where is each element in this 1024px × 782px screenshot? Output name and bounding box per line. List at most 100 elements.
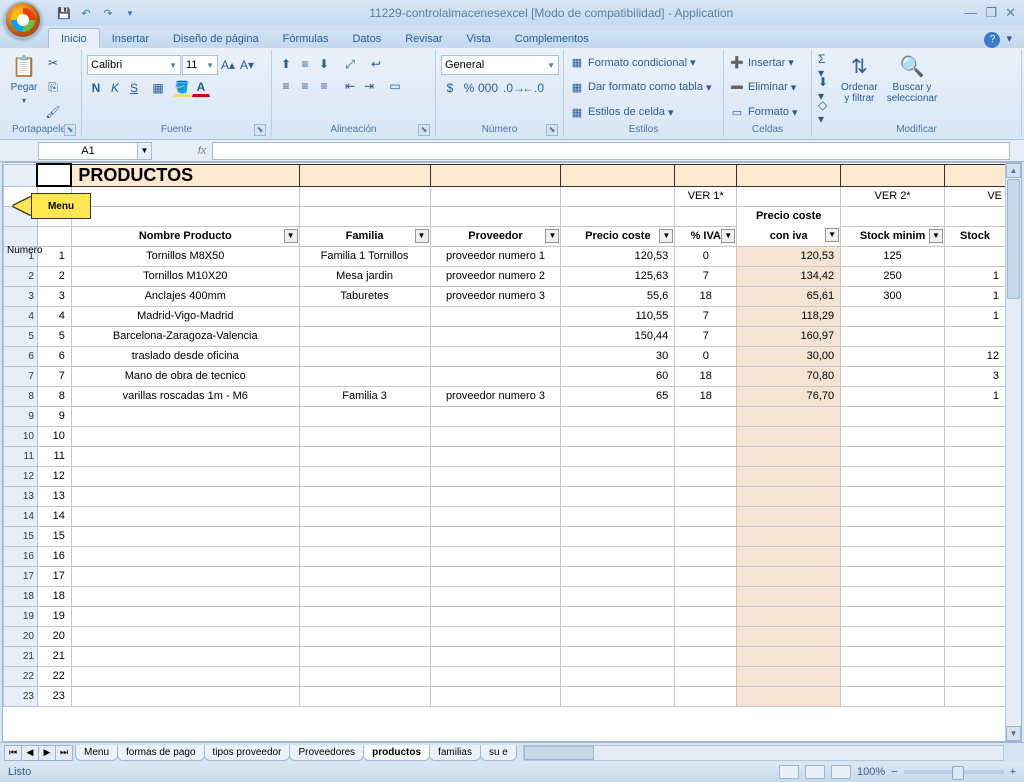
view-layout-icon[interactable] [805, 765, 825, 779]
shrink-font-icon[interactable]: A▾ [238, 56, 256, 74]
hdr-stockmin[interactable]: Stock minim▼ [841, 226, 945, 246]
font-name-combo[interactable]: Calibri▼ [87, 55, 181, 75]
clipboard-dialog-icon[interactable]: ⬊ [64, 124, 76, 136]
table-row[interactable]: 11Tornillos M8X50Familia 1 Tornillosprov… [4, 246, 1006, 266]
ribbon-min-icon[interactable]: ▾ [1006, 32, 1012, 48]
tab-diseno[interactable]: Diseño de página [161, 29, 271, 48]
cond-format-button[interactable]: ▦Formato condicional ▾ [569, 54, 718, 72]
name-box-dropdown[interactable]: ▼ [138, 142, 152, 160]
fill-icon[interactable]: ⬇ ▾ [817, 80, 835, 98]
hdr-nombre[interactable]: Nombre Producto▼ [71, 226, 299, 246]
border-icon[interactable]: ▦ [149, 79, 167, 97]
format-cells-button[interactable]: ▭Formato ▾ [729, 103, 806, 121]
horizontal-scrollbar[interactable] [523, 745, 1004, 761]
dec-decimal-icon[interactable]: ←.0 [524, 79, 542, 97]
grow-font-icon[interactable]: A▴ [219, 56, 237, 74]
scroll-down-icon[interactable]: ▼ [1006, 726, 1021, 741]
indent-inc-icon[interactable]: ⇥ [360, 77, 378, 95]
thousand-icon[interactable]: 000 [479, 79, 497, 97]
delete-cells-button[interactable]: ➖Eliminar ▾ [729, 78, 806, 96]
align-bottom-icon[interactable]: ⬇ [315, 55, 333, 73]
filter-icon[interactable]: ▼ [659, 229, 673, 243]
spreadsheet-grid[interactable]: PRODUCTOS VER 1*VER 2*VE Precio coste No… [3, 163, 1006, 707]
filter-icon[interactable]: ▼ [721, 229, 735, 243]
formula-input[interactable] [212, 142, 1010, 160]
sheet-tab-formas-de-pago[interactable]: formas de pago [117, 745, 205, 761]
hdr-familia[interactable]: Familia▼ [299, 226, 430, 246]
find-select-button[interactable]: 🔍Buscar y seleccionar [884, 52, 941, 123]
hdr-stock[interactable]: Stock [945, 226, 1006, 246]
table-row[interactable]: 1616 [4, 546, 1006, 566]
sheet-nav-prev-icon[interactable]: ◀ [21, 745, 39, 761]
align-center-icon[interactable]: ≡ [296, 77, 314, 95]
name-box[interactable]: A1 [38, 142, 138, 160]
table-row[interactable]: 1919 [4, 606, 1006, 626]
qat-redo-icon[interactable]: ↷ [100, 5, 116, 21]
table-row[interactable]: 1818 [4, 586, 1006, 606]
scroll-thumb[interactable] [1007, 179, 1020, 299]
number-dialog-icon[interactable]: ⬊ [546, 124, 558, 136]
table-row[interactable]: 2222 [4, 666, 1006, 686]
hdr-precio[interactable]: Precio coste▼ [561, 226, 675, 246]
scroll-up-icon[interactable]: ▲ [1006, 163, 1021, 178]
filter-icon[interactable]: ▼ [284, 229, 298, 243]
table-format-button[interactable]: ▦Dar formato como tabla ▾ [569, 78, 718, 96]
table-row[interactable]: 77Mano de obra de tecnico601870,803 [4, 366, 1006, 386]
italic-icon[interactable]: K [106, 79, 124, 97]
tab-insertar[interactable]: Insertar [100, 29, 161, 48]
view-break-icon[interactable] [831, 765, 851, 779]
merge-icon[interactable]: ▭ [386, 77, 404, 95]
ver1-link[interactable]: VER 1* [675, 186, 737, 206]
align-dialog-icon[interactable]: ⬊ [418, 124, 430, 136]
qat-customize-icon[interactable]: ▼ [122, 5, 138, 21]
sheet-tab-productos[interactable]: productos [363, 745, 430, 761]
restore-button[interactable]: ❐ [985, 5, 997, 21]
inc-decimal-icon[interactable]: .0→ [505, 79, 523, 97]
sheet-tab-su-e[interactable]: su e [480, 745, 517, 761]
table-row[interactable]: 55Barcelona-Zaragoza-Valencia150,447160,… [4, 326, 1006, 346]
underline-icon[interactable]: S [125, 79, 143, 97]
bold-icon[interactable]: N [87, 79, 105, 97]
number-format-combo[interactable]: General▼ [441, 55, 559, 75]
indent-dec-icon[interactable]: ⇤ [341, 77, 359, 95]
sheet-tab-tipos-proveedor[interactable]: tipos proveedor [204, 745, 291, 761]
align-top-icon[interactable]: ⬆ [277, 55, 295, 73]
font-size-combo[interactable]: 11▼ [182, 55, 218, 75]
table-row[interactable]: 2020 [4, 626, 1006, 646]
menu-callout[interactable]: Menu [31, 193, 91, 219]
font-color-icon[interactable]: A [192, 79, 210, 97]
table-row[interactable]: 99 [4, 406, 1006, 426]
orientation-icon[interactable]: ⤢ [341, 55, 359, 73]
align-left-icon[interactable]: ≡ [277, 77, 295, 95]
hdr-precioiva[interactable]: con iva▼ [737, 226, 841, 246]
tab-inicio[interactable]: Inicio [48, 28, 100, 48]
qat-undo-icon[interactable]: ↶ [78, 5, 94, 21]
sheet-tab-Proveedores[interactable]: Proveedores [289, 745, 364, 761]
table-row[interactable]: 88varillas roscadas 1m - M6Familia 3prov… [4, 386, 1006, 406]
percent-icon[interactable]: % [460, 79, 478, 97]
help-icon[interactable]: ? [984, 32, 1000, 48]
autosum-icon[interactable]: Σ ▾ [817, 57, 835, 75]
cut-icon[interactable]: ✂ [44, 54, 62, 72]
hdr-proveedor[interactable]: Proveedor▼ [430, 226, 561, 246]
qat-save-icon[interactable]: 💾 [56, 5, 72, 21]
ver3-link[interactable]: VE [945, 186, 1006, 206]
table-row[interactable]: 22Tornillos M10X20Mesa jardinproveedor n… [4, 266, 1006, 286]
table-row[interactable]: 2121 [4, 646, 1006, 666]
sheet-tab-familias[interactable]: familias [429, 745, 481, 761]
close-button[interactable]: ✕ [1005, 5, 1016, 21]
table-row[interactable]: 66traslado desde oficina30030,0012 [4, 346, 1006, 366]
zoom-slider[interactable] [904, 770, 1004, 774]
sort-filter-button[interactable]: ⇅Ordenar y filtrar [838, 52, 881, 123]
cell-styles-button[interactable]: ▦Estilos de celda ▾ [569, 103, 718, 121]
filter-icon[interactable]: ▼ [929, 229, 943, 243]
minimize-button[interactable]: — [964, 5, 977, 21]
fill-color-icon[interactable]: 🪣 [173, 79, 191, 97]
format-painter-icon[interactable]: 🖌 [44, 103, 62, 121]
currency-icon[interactable]: $ [441, 79, 459, 97]
align-middle-icon[interactable]: ≡ [296, 55, 314, 73]
copy-icon[interactable]: ⎘ [44, 78, 62, 96]
tab-formulas[interactable]: Fórmulas [271, 29, 341, 48]
tab-complementos[interactable]: Complementos [503, 29, 601, 48]
sheet-nav-last-icon[interactable]: ⏭ [55, 745, 73, 761]
